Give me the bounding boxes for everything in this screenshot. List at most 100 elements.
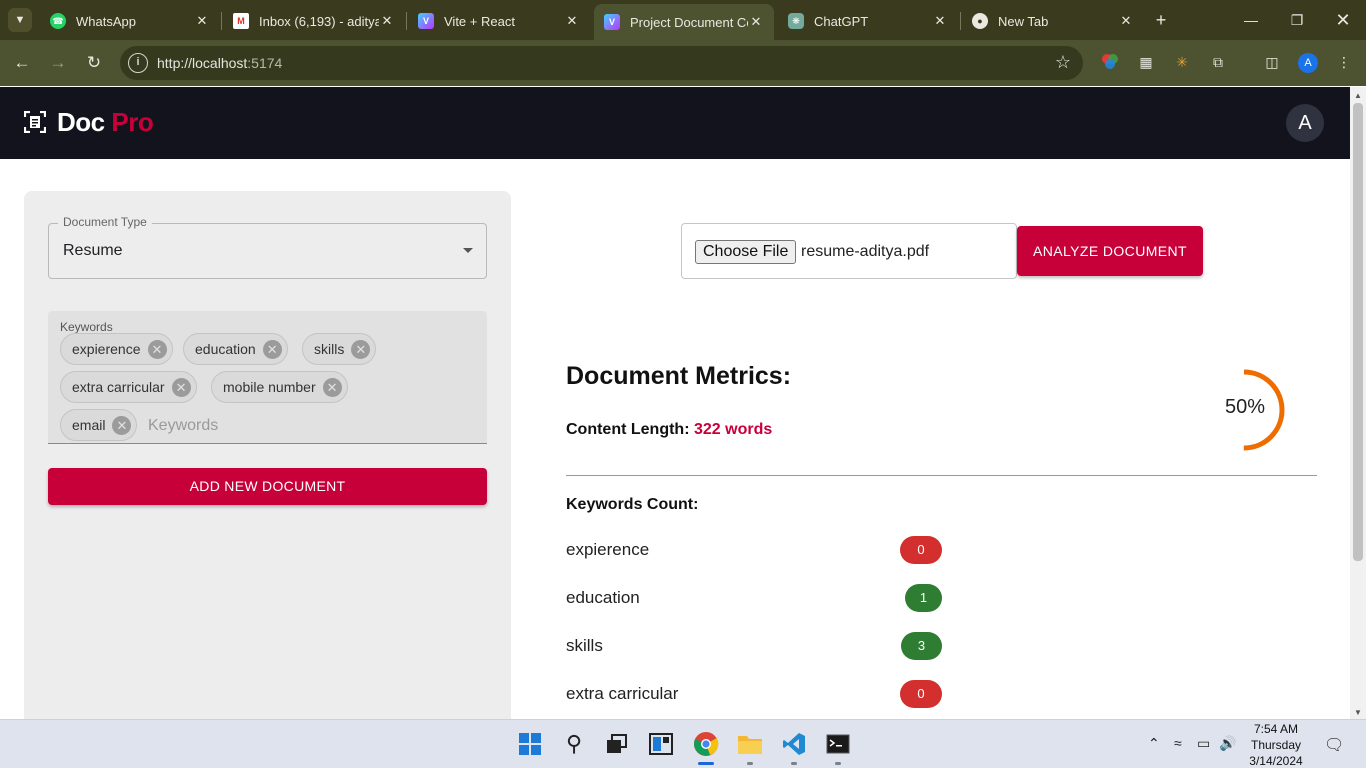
keyword-count-label: education [566,588,640,607]
extensions-puzzle-icon[interactable]: ⧉ [1208,52,1228,72]
keyword-chip: email ✕ [60,409,138,441]
logo-accent: Pro [111,107,154,137]
vite-icon: V [604,14,620,30]
task-view-icon[interactable] [603,730,631,758]
keywords-field[interactable]: Keywords expierence ✕ education ✕ skills… [48,311,487,444]
remove-chip-icon[interactable]: ✕ [322,377,342,397]
more-menu-icon[interactable]: ⋮ [1334,52,1354,72]
metrics-divider [566,475,1317,476]
close-icon[interactable]: ✕ [1118,13,1134,29]
close-icon[interactable]: ✕ [748,14,764,30]
wifi-icon[interactable]: ≈ [1174,735,1182,751]
info-icon[interactable]: i [128,53,148,73]
tab-search-button[interactable]: ▼ [8,8,32,32]
add-new-document-button[interactable]: ADD NEW DOCUMENT [48,468,487,505]
arrow-left-icon: ← [13,53,31,72]
remove-chip-icon[interactable]: ✕ [351,339,371,359]
file-upload-field[interactable]: Choose File resume-aditya.pdf [681,223,1017,279]
remove-chip-icon[interactable]: ✕ [171,377,191,397]
reload-button[interactable]: ↻ [82,51,106,75]
chevron-down-icon: ▼ [14,14,26,26]
close-icon[interactable]: ✕ [379,13,395,29]
keyword-chip: extra carricular ✕ [60,371,197,403]
url-text[interactable]: http://localhost:5174 [157,55,282,71]
color-picker-extension-icon[interactable] [1100,52,1120,72]
minimize-icon: — [1244,12,1258,28]
bookmark-star-icon[interactable]: ☆ [1055,52,1071,73]
windows-start-icon[interactable] [516,730,544,758]
document-type-label: Document Type [58,215,152,229]
remove-chip-icon[interactable]: ✕ [262,339,282,359]
chip-label: extra carricular [72,379,165,395]
app-header: Doc Pro A [0,87,1350,159]
keywords-label: Keywords [60,320,113,334]
chrome-taskbar-icon[interactable] [692,730,720,758]
tab-project-document[interactable]: V Project Document Co ✕ [594,4,774,40]
metrics-title: Document Metrics: [566,362,792,390]
search-icon[interactable]: ⚲ [560,730,588,758]
system-clock[interactable]: 7:54 AM Thursday 3/14/2024 [1238,721,1314,768]
close-icon[interactable]: ✕ [932,13,948,29]
gmail-icon: M [233,13,249,29]
choose-file-button[interactable]: Choose File [695,240,797,264]
forward-button[interactable]: → [46,51,70,75]
keyword-count-label: expierence [566,540,650,559]
tab-label: ChatGPT [814,13,869,29]
restore-button[interactable]: ❐ [1274,0,1320,40]
os-taskbar: ⚲ ⌃ ≈ ▭ 🔊 7:54 AM Thursday 3/14/2024 🗨 [0,719,1366,768]
minimize-button[interactable]: — [1228,0,1274,40]
clock-day: Thursday [1250,738,1302,752]
chip-label: email [72,417,106,433]
vscode-icon[interactable] [780,730,808,758]
notification-icon[interactable]: 🗨 [1324,735,1344,755]
app-logo[interactable]: Doc Pro [57,107,154,138]
keyword-chip: skills ✕ [302,333,377,365]
page-scrollbar[interactable]: ▲ ▼ [1350,87,1366,719]
analyze-document-button[interactable]: ANALYZE DOCUMENT [1017,226,1203,276]
scroll-up-icon[interactable]: ▲ [1354,91,1362,100]
logo-word: Doc [57,107,105,137]
reload-icon: ↻ [86,53,102,72]
browser-profile-avatar[interactable]: A [1298,53,1318,73]
tab-gmail[interactable]: M Inbox (6,193) - aditya ✕ [223,6,405,36]
close-icon[interactable]: ✕ [194,13,210,29]
user-avatar[interactable]: A [1286,104,1324,142]
window-close-button[interactable]: ✕ [1320,0,1366,40]
new-tab-button[interactable]: + [1150,9,1172,31]
tab-divider [221,12,222,30]
side-panel-icon[interactable]: ◫ [1262,52,1282,72]
close-icon[interactable]: ✕ [564,13,580,29]
terminal-icon[interactable] [824,730,852,758]
file-explorer-icon[interactable] [736,730,764,758]
tab-new-tab[interactable]: ● New Tab ✕ [962,6,1144,36]
volume-icon[interactable]: 🔊 [1219,735,1236,752]
keyword-count-badge: 3 [901,632,942,660]
scroll-down-icon[interactable]: ▼ [1354,708,1362,717]
selected-file-name: resume-aditya.pdf [801,243,930,260]
tab-whatsapp[interactable]: ☎ WhatsApp ✕ [40,6,220,36]
qr-code-extension-icon[interactable]: ▦ [1136,52,1156,72]
caret-down-icon [463,248,473,253]
document-type-value: Resume [63,242,123,259]
tab-chatgpt[interactable]: ❋ ChatGPT ✕ [778,6,958,36]
running-app-indicator [835,762,841,765]
address-bar[interactable]: i http://localhost:5174 ☆ [120,46,1083,80]
back-button[interactable]: ← [10,51,34,75]
remove-chip-icon[interactable]: ✕ [112,415,132,435]
running-app-indicator [791,762,797,765]
extension-icon[interactable]: ✳ [1172,52,1192,72]
chevron-up-icon[interactable]: ⌃ [1148,735,1160,752]
keywords-input[interactable] [148,414,468,438]
remove-chip-icon[interactable]: ✕ [147,339,167,359]
document-type-select[interactable]: Document Type Resume [48,215,487,279]
battery-icon[interactable]: ▭ [1197,735,1210,752]
scrollbar-thumb[interactable] [1353,103,1363,561]
widgets-icon[interactable] [647,730,675,758]
document-config-panel: Document Type Resume Keywords expierence… [24,191,511,731]
whatsapp-icon: ☎ [50,13,66,29]
tab-label: Project Document Co [630,14,748,30]
tab-vite-react[interactable]: V Vite + React ✕ [408,6,590,36]
keywords-count-title: Keywords Count: [566,496,699,513]
chatgpt-icon: ❋ [788,13,804,29]
chip-label: education [195,341,256,357]
